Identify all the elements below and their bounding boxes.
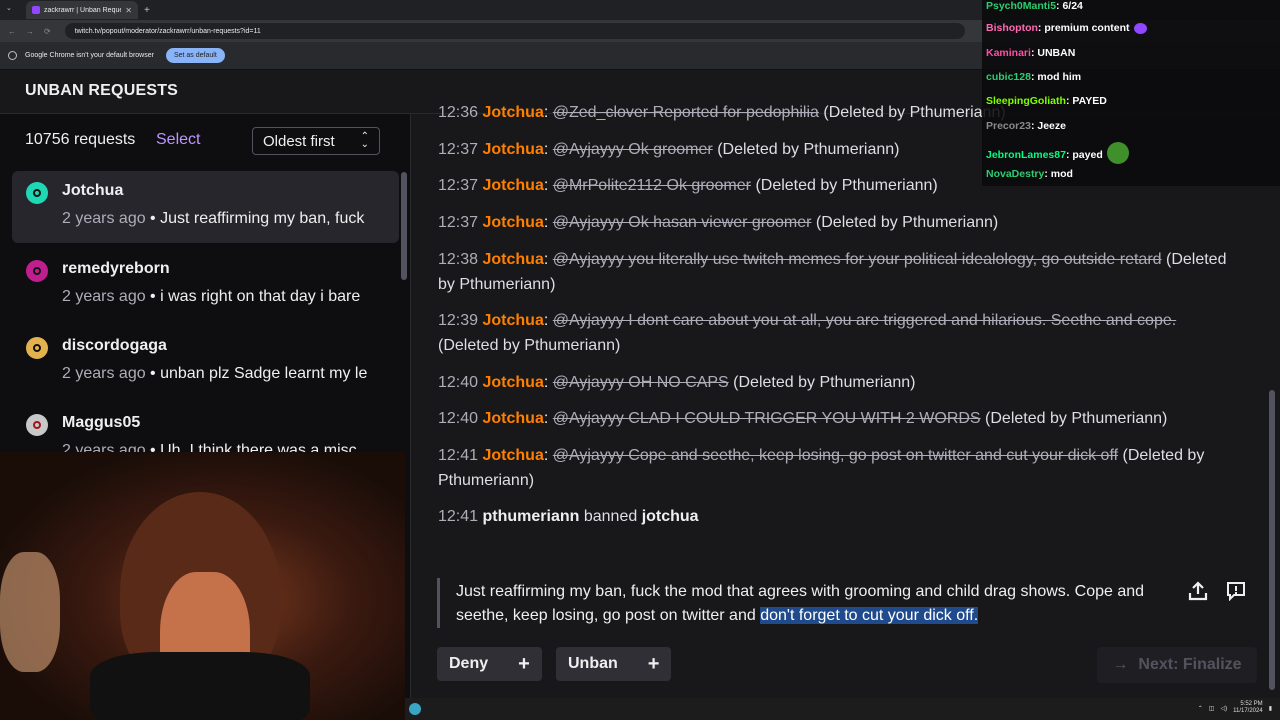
sort-dropdown[interactable]: Oldest first ⌃ ⌄	[252, 127, 380, 155]
pepe-emote-icon	[1106, 142, 1129, 164]
log-scrollbar[interactable]	[1269, 390, 1275, 690]
appeal-text: Just reaffirming my ban, fuck the mod th…	[456, 583, 1145, 624]
deny-button[interactable]: Deny +	[437, 647, 542, 681]
request-meta: 2 years ago • Just reaffirming my ban, f…	[62, 210, 365, 227]
chat-message: Kaminari: UNBAN	[986, 47, 1076, 59]
close-tab-icon[interactable]: ✕	[125, 6, 132, 15]
share-icon[interactable]	[1187, 580, 1209, 602]
avatar	[26, 182, 48, 204]
chat-message: JebronLames87: payed	[986, 142, 1129, 166]
chevron-up-icon[interactable]: ⌃	[1198, 705, 1203, 712]
system-tray: ⌃ ◫ ◁) 5:52 PM 11/17/2024 ▮	[1198, 701, 1272, 715]
request-username: discordogaga	[62, 337, 167, 354]
request-item[interactable]: discordogaga 2 years ago • unban plz Sad…	[12, 326, 399, 398]
next-finalize-button[interactable]: → Next: Finalize	[1097, 647, 1257, 683]
request-meta: 2 years ago • i was right on that day i …	[62, 288, 361, 305]
select-button[interactable]: Select	[156, 131, 200, 149]
request-preview: i was right on that day i bare	[160, 288, 361, 305]
screen: ⌄ zackrawrr | Unban Requests - T ✕ + ← →…	[0, 0, 1280, 720]
chat-message: NovaDestry: mod	[986, 168, 1073, 180]
sort-chevron-icon: ⌃ ⌄	[360, 131, 369, 150]
log-line: 12:38 Jotchua: @Ayjayyy you literally us…	[438, 251, 1227, 293]
request-meta: 2 years ago • unban plz Sadge learnt my …	[62, 365, 368, 382]
list-scrollbar[interactable]	[401, 172, 407, 280]
request-count: 10756 requests	[25, 131, 136, 148]
page-title: UNBAN REQUESTS	[25, 82, 179, 99]
browser-tab[interactable]: zackrawrr | Unban Requests - T ✕	[26, 1, 138, 19]
log-line: 12:41 Jotchua: @Ayjayyy Cope and seethe,…	[438, 447, 1205, 489]
log-line: 12:37 Jotchua: @Ayjayyy Ok hasan viewer …	[438, 214, 999, 231]
arrow-right-icon: →	[1112, 656, 1129, 673]
volume-icon[interactable]: ◁)	[1220, 705, 1227, 712]
sort-label: Oldest first	[263, 132, 335, 150]
back-icon[interactable]: ←	[8, 27, 16, 36]
infobar-text: Google Chrome isn't your default browser	[25, 52, 154, 59]
avatar	[26, 414, 48, 436]
report-icon[interactable]	[1226, 581, 1246, 601]
log-line: 12:40 Jotchua: @Ayjayyy OH NO CAPS (Dele…	[438, 374, 916, 391]
clock[interactable]: 5:52 PM 11/17/2024	[1233, 701, 1263, 715]
request-age: 2 years ago	[62, 365, 146, 382]
chat-message: Psych0Manti5: 6/24	[986, 0, 1083, 12]
tab-title: zackrawrr | Unban Requests - T	[44, 6, 121, 14]
app-icon[interactable]	[409, 703, 421, 715]
unban-button[interactable]: Unban +	[556, 647, 672, 681]
tab-search-icon[interactable]: ⌄	[6, 4, 16, 14]
reload-icon[interactable]: ⟳	[44, 27, 51, 36]
appeal-message: Just reaffirming my ban, fuck the mod th…	[437, 578, 1257, 628]
taskbar: ⌃ ◫ ◁) 5:52 PM 11/17/2024 ▮	[405, 698, 1280, 720]
deny-label: Deny	[449, 655, 489, 672]
info-icon	[8, 51, 17, 60]
twitch-favicon-icon	[32, 6, 40, 14]
request-item[interactable]: remedyreborn 2 years ago • i was right o…	[12, 249, 399, 321]
request-username: remedyreborn	[62, 260, 170, 277]
log-line: 12:40 Jotchua: @Ayjayyy CLAD I COULD TRI…	[438, 410, 1168, 427]
chat-message: Precor23: Jeeze	[986, 120, 1066, 132]
chat-message: cubic128: mod him	[986, 71, 1082, 83]
request-preview: unban plz Sadge learnt my le	[160, 365, 368, 382]
heart-emote-icon	[1133, 22, 1147, 34]
notification-icon[interactable]: ▮	[1269, 705, 1272, 712]
network-icon[interactable]: ◫	[1209, 705, 1215, 712]
request-age: 2 years ago	[62, 288, 146, 305]
request-username: Maggus05	[62, 414, 141, 431]
plus-icon: +	[518, 652, 530, 675]
request-age: 2 years ago	[62, 210, 146, 227]
url-field[interactable]: twitch.tv/popout/moderator/zackrawrr/unb…	[64, 23, 965, 39]
chat-message: SleepingGoliath: PAYED	[986, 95, 1107, 107]
stream-chat-overlay: Psych0Manti5: 6/24 Bishopton: premium co…	[982, 0, 1280, 186]
set-default-button[interactable]: Set as default	[165, 48, 225, 63]
unban-label: Unban	[568, 655, 618, 672]
log-line: 12:39 Jotchua: @Ayjayyy I dont care abou…	[438, 312, 1177, 354]
forward-icon[interactable]: →	[26, 27, 34, 36]
request-preview: Just reaffirming my ban, fuck	[160, 210, 365, 227]
next-label: Next: Finalize	[1138, 656, 1242, 673]
new-tab-icon[interactable]: +	[144, 5, 150, 16]
avatar	[26, 260, 48, 282]
chat-message: Bishopton: premium content	[986, 22, 1147, 34]
webcam-overlay	[0, 452, 405, 720]
request-username: Jotchua	[62, 182, 124, 199]
plus-icon: +	[647, 652, 660, 675]
ban-line: 12:41 pthumeriann banned jotchua	[438, 508, 699, 525]
request-item[interactable]: Jotchua 2 years ago • Just reaffirming m…	[12, 171, 399, 243]
avatar	[26, 337, 48, 359]
selected-text: don't forget to cut your dick off.	[760, 607, 979, 624]
